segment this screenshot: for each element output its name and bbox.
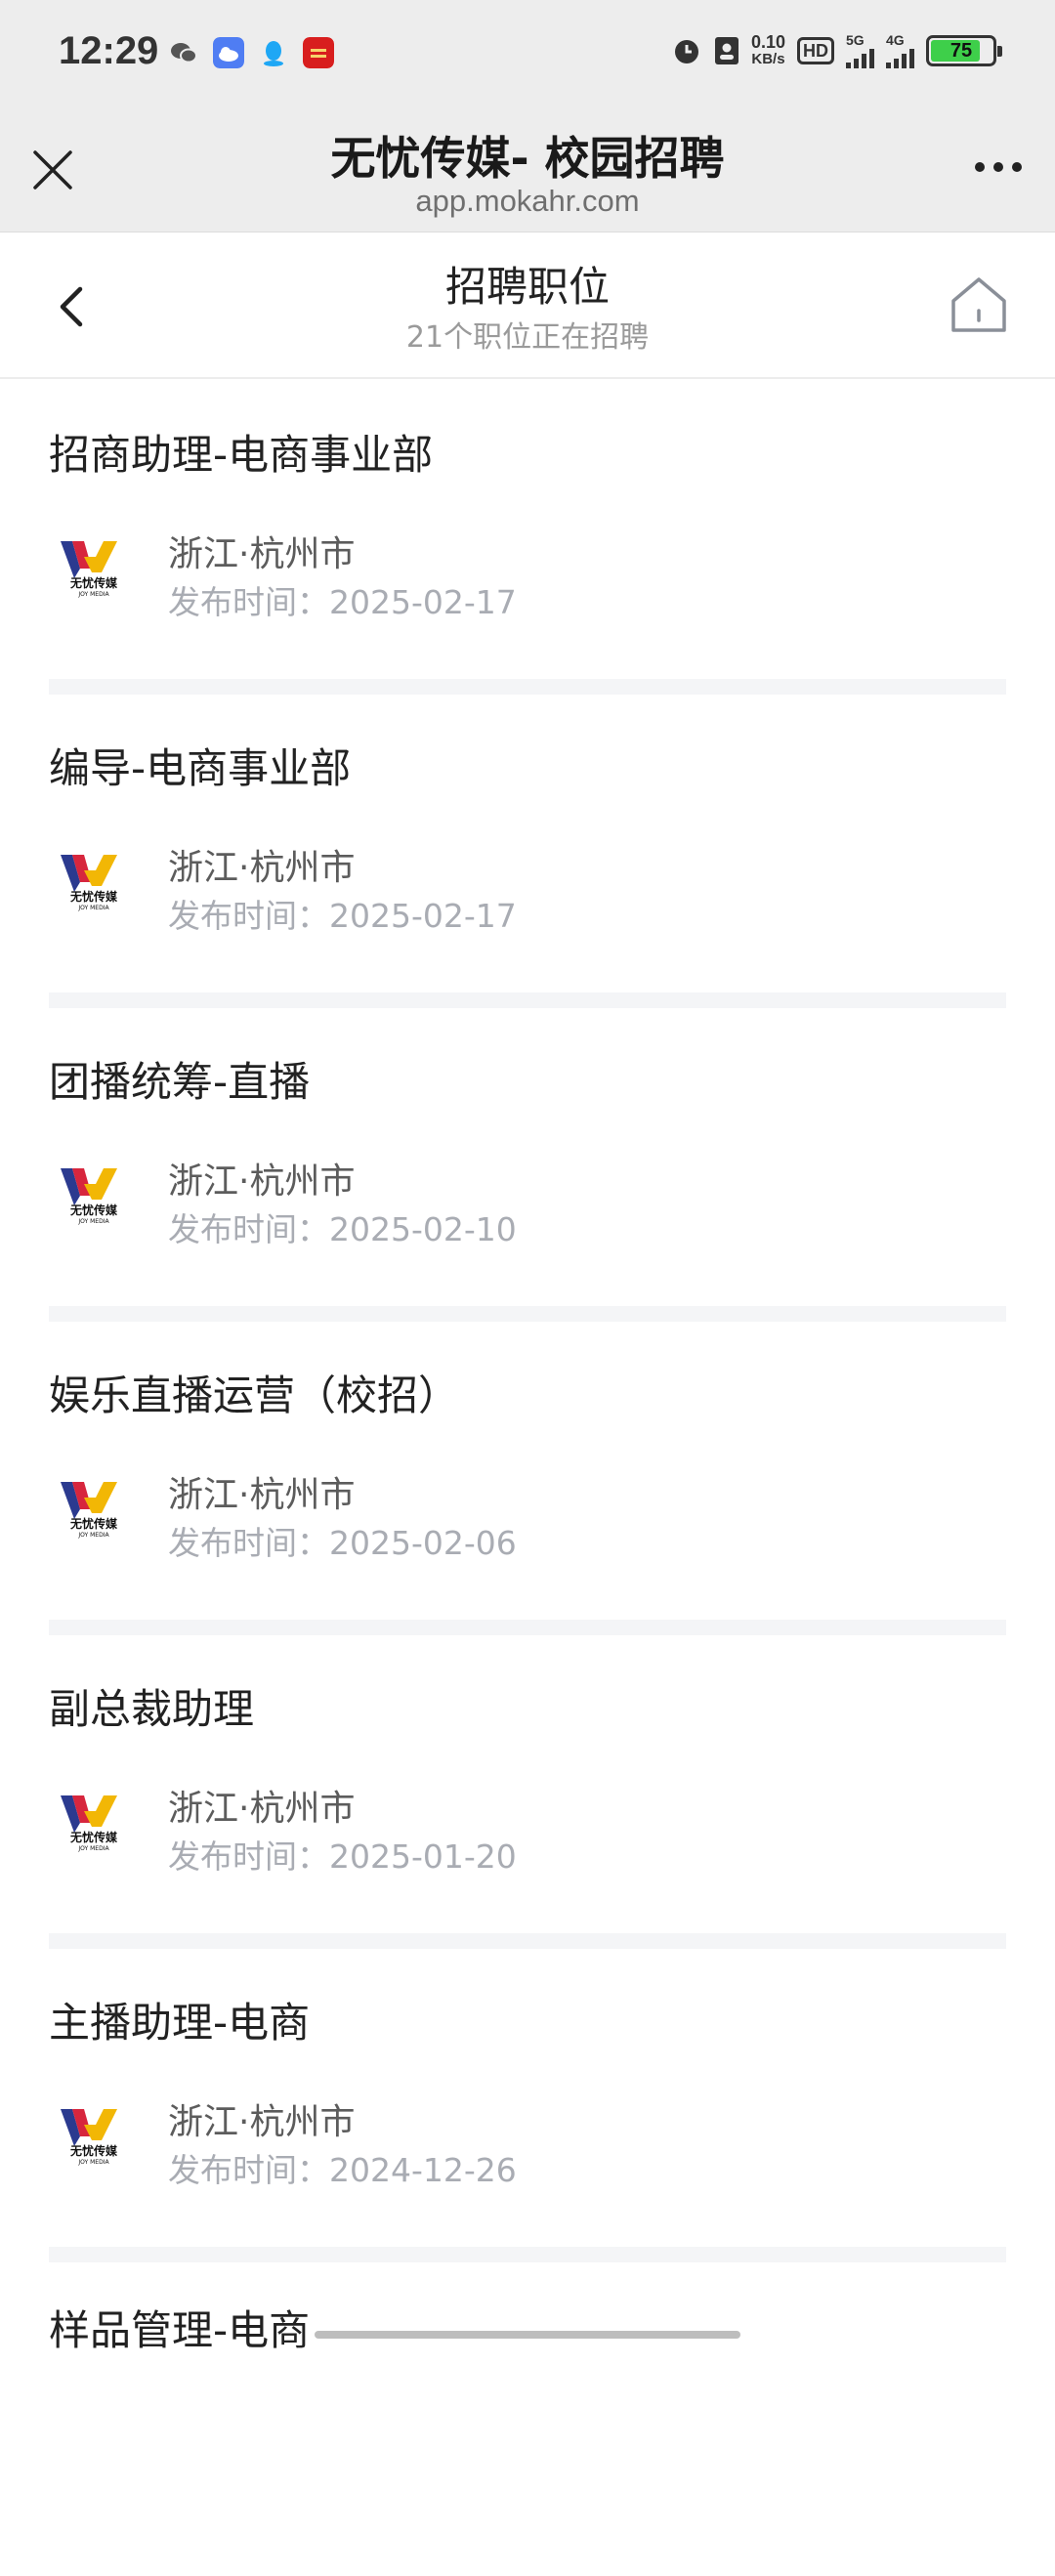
job-item[interactable]: 编导-电商事业部 无忧传媒 JOY MEDIA 浙江·杭州市 发布时间：2025… [0, 695, 1055, 1008]
job-item[interactable]: 娱乐直播运营（校招） 无忧传媒 JOY MEDIA 浙江·杭州市 发布时间：20… [0, 1322, 1055, 1635]
svg-text:无忧传媒: 无忧传媒 [69, 1830, 118, 1844]
page-title: 招聘职位 [444, 263, 610, 311]
signal-bars-icon [846, 47, 874, 68]
job-title: 娱乐直播运营（校招） [49, 1372, 460, 1419]
job-title: 招商助理-电商事业部 [49, 431, 434, 479]
job-date: 发布时间：2024-12-26 [168, 2151, 517, 2189]
job-date: 发布时间：2025-02-17 [168, 583, 517, 621]
svg-text:JOY MEDIA: JOY MEDIA [77, 2159, 109, 2166]
job-title: 样品管理-电商 [49, 2306, 311, 2354]
browser-url: app.mokahr.com [415, 184, 640, 218]
signal-5g: 5G [846, 33, 874, 68]
svg-text:无忧传媒: 无忧传媒 [69, 2143, 118, 2158]
job-item[interactable]: 样品管理-电商 [0, 2262, 1055, 2576]
xuexi-icon [303, 37, 334, 68]
home-indicator[interactable] [315, 2331, 740, 2339]
svg-text:无忧传媒: 无忧传媒 [69, 575, 118, 590]
signal-bars-icon [886, 47, 914, 68]
alarm-icon [674, 40, 698, 63]
job-item[interactable]: 副总裁助理 无忧传媒 JOY MEDIA 浙江·杭州市 发布时间：2025-01… [0, 1635, 1055, 1949]
company-logo-icon: 无忧传媒 JOY MEDIA [61, 1795, 118, 1852]
company-logo-icon: 无忧传媒 JOY MEDIA [61, 2109, 118, 2166]
browser-title: 无忧传媒- 校园招聘 [330, 132, 725, 185]
job-title: 编导-电商事业部 [49, 744, 352, 792]
company-logo-icon: 无忧传媒 JOY MEDIA [61, 855, 118, 911]
job-location: 浙江·杭州市 [168, 848, 356, 888]
browser-title-bar: 无忧传媒- 校园招聘 app.mokahr.com [0, 109, 1055, 232]
job-date: 发布时间：2025-02-17 [168, 897, 517, 935]
job-list: 招商助理-电商事业部 无忧传媒 JOY MEDIA 浙江·杭州市 发布时间：20… [0, 381, 1055, 2576]
status-bar: 12:29 0.10 KB/s HD 5G 4G 75 [0, 0, 1055, 109]
job-location: 浙江·杭州市 [168, 534, 356, 574]
svg-text:无忧传媒: 无忧传媒 [69, 889, 118, 904]
divider [49, 1306, 1006, 1322]
divider [49, 1933, 1006, 1949]
system-status: 0.10 KB/s HD 5G 4G 75 [671, 32, 1002, 68]
divider [49, 2247, 1006, 2262]
hd-voice-icon: HD [797, 37, 834, 64]
svg-text:无忧传媒: 无忧传媒 [69, 1203, 118, 1217]
network-speed: 0.10 KB/s [750, 32, 785, 67]
signal-4g: 4G [886, 33, 914, 68]
job-location: 浙江·杭州市 [168, 1789, 356, 1829]
job-date: 发布时间：2025-01-20 [168, 1837, 517, 1876]
more-options-icon[interactable] [975, 162, 1022, 172]
page-header: 招聘职位 21个职位正在招聘 [0, 232, 1055, 379]
job-location: 浙江·杭州市 [168, 1475, 356, 1515]
status-time: 12:29 [59, 29, 159, 72]
job-location: 浙江·杭州市 [168, 2102, 356, 2142]
svg-text:无忧传媒: 无忧传媒 [69, 1516, 118, 1531]
job-item[interactable]: 主播助理-电商 无忧传媒 JOY MEDIA 浙江·杭州市 发布时间：2024-… [0, 1949, 1055, 2262]
job-item[interactable]: 招商助理-电商事业部 无忧传媒 JOY MEDIA 浙江·杭州市 发布时间：20… [0, 381, 1055, 695]
job-item[interactable]: 团播统筹-直播 无忧传媒 JOY MEDIA 浙江·杭州市 发布时间：2025-… [0, 1008, 1055, 1322]
notification-icons [168, 37, 334, 68]
svg-text:JOY MEDIA: JOY MEDIA [77, 1845, 109, 1852]
divider [49, 992, 1006, 1008]
home-icon[interactable] [948, 274, 1010, 336]
job-title: 副总裁助理 [49, 1685, 255, 1733]
job-title: 团播统筹-直播 [49, 1058, 311, 1106]
company-logo-icon: 无忧传媒 JOY MEDIA [61, 1168, 118, 1225]
battery-icon: 75 [926, 35, 1002, 66]
job-title: 主播助理-电商 [49, 1999, 311, 2047]
svg-text:JOY MEDIA: JOY MEDIA [77, 591, 109, 598]
page-subtitle: 21个职位正在招聘 [405, 320, 650, 355]
contact-card-icon [714, 37, 738, 64]
svg-text:JOY MEDIA: JOY MEDIA [77, 1218, 109, 1225]
job-date: 发布时间：2025-02-06 [168, 1524, 517, 1562]
qq-icon [264, 41, 283, 66]
job-location: 浙江·杭州市 [168, 1161, 356, 1202]
svg-text:JOY MEDIA: JOY MEDIA [77, 905, 109, 911]
wechat-icon [171, 43, 197, 63]
company-logo-icon: 无忧传媒 JOY MEDIA [61, 1482, 118, 1539]
divider [49, 1620, 1006, 1635]
company-logo-icon: 无忧传媒 JOY MEDIA [61, 541, 118, 598]
divider [49, 679, 1006, 695]
svg-text:JOY MEDIA: JOY MEDIA [77, 1532, 109, 1539]
job-date: 发布时间：2025-02-10 [168, 1210, 517, 1248]
weather-icon [213, 37, 244, 68]
